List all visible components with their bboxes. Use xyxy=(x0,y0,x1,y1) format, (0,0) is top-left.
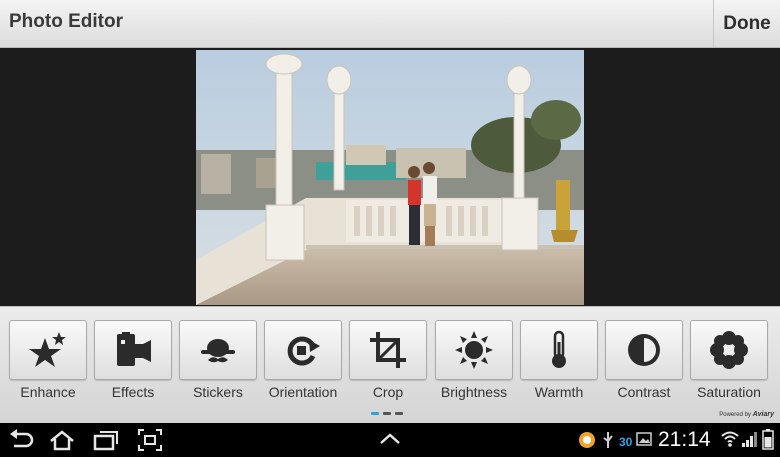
done-button[interactable]: Done xyxy=(713,0,780,47)
clock: 21:14 xyxy=(658,428,711,451)
enhance-button[interactable] xyxy=(9,320,87,380)
recent-apps-icon[interactable] xyxy=(92,428,120,452)
tool-brightness[interactable]: Brightness xyxy=(435,320,513,414)
tool-crop[interactable]: Crop xyxy=(349,320,427,414)
saturation-button[interactable] xyxy=(690,320,768,380)
tool-stickers[interactable]: Stickers xyxy=(179,320,257,414)
tool-label: Contrast xyxy=(617,384,671,400)
powered-by-brand: Aviary xyxy=(752,411,774,418)
crop-icon xyxy=(370,332,406,368)
tool-enhance[interactable]: Enhance xyxy=(9,320,87,414)
notification-count: 30 xyxy=(619,435,633,449)
effects-button[interactable] xyxy=(94,320,172,380)
battery-icon xyxy=(762,429,774,450)
photo-preview[interactable] xyxy=(196,50,584,305)
gallery-icon xyxy=(636,432,652,446)
tool-label: Brightness xyxy=(440,384,508,400)
orientation-button[interactable] xyxy=(264,320,342,380)
film-strip-icon xyxy=(117,332,151,366)
brightness-button[interactable] xyxy=(435,320,513,380)
app-title: Photo Editor xyxy=(9,11,123,32)
signal-icon xyxy=(742,432,757,447)
contrast-button[interactable] xyxy=(605,320,683,380)
powered-by-prefix: Powered by xyxy=(719,412,751,418)
page-dot xyxy=(395,412,403,415)
crop-button[interactable] xyxy=(349,320,427,380)
photo-canvas xyxy=(0,48,780,306)
star-sparkle-icon xyxy=(29,332,66,367)
tool-label: Crop xyxy=(372,384,404,400)
tool-label: Effects xyxy=(111,384,155,400)
powered-by-label: Powered by Aviary xyxy=(719,411,774,418)
tool-saturation[interactable]: Saturation xyxy=(690,320,768,414)
system-bar: 30 21:14 xyxy=(0,423,780,457)
warmth-button[interactable] xyxy=(520,320,598,380)
tool-label: Enhance xyxy=(20,384,76,400)
tool-effects[interactable]: Effects xyxy=(94,320,172,414)
home-icon[interactable] xyxy=(48,428,76,452)
hat-mustache-icon xyxy=(201,339,235,363)
tool-warmth[interactable]: Warmth xyxy=(520,320,598,414)
flower-icon xyxy=(710,331,748,369)
tool-contrast[interactable]: Contrast xyxy=(605,320,683,414)
contrast-icon xyxy=(628,334,660,366)
page-dot-active xyxy=(371,412,379,415)
tool-tray: Enhance Effects Stickers Orientation Cro… xyxy=(0,306,780,424)
tool-label: Orientation xyxy=(268,384,338,400)
sun-icon xyxy=(455,331,493,369)
notification-app-icon xyxy=(579,432,595,448)
action-bar: Photo Editor Done xyxy=(0,0,780,48)
tool-label: Warmth xyxy=(534,384,584,400)
back-icon[interactable] xyxy=(8,428,34,452)
screenshot-icon[interactable] xyxy=(137,428,163,452)
page-dot xyxy=(383,412,391,415)
page-indicator xyxy=(371,412,403,415)
chevron-up-icon[interactable] xyxy=(378,428,402,448)
rotate-icon xyxy=(287,336,320,366)
thermometer-icon xyxy=(552,330,566,368)
tool-label: Stickers xyxy=(193,384,243,400)
tool-label: Saturation xyxy=(697,384,761,400)
usb-icon xyxy=(603,432,613,448)
tool-orientation[interactable]: Orientation xyxy=(264,320,342,414)
stickers-button[interactable] xyxy=(179,320,257,380)
wifi-icon xyxy=(721,431,739,447)
